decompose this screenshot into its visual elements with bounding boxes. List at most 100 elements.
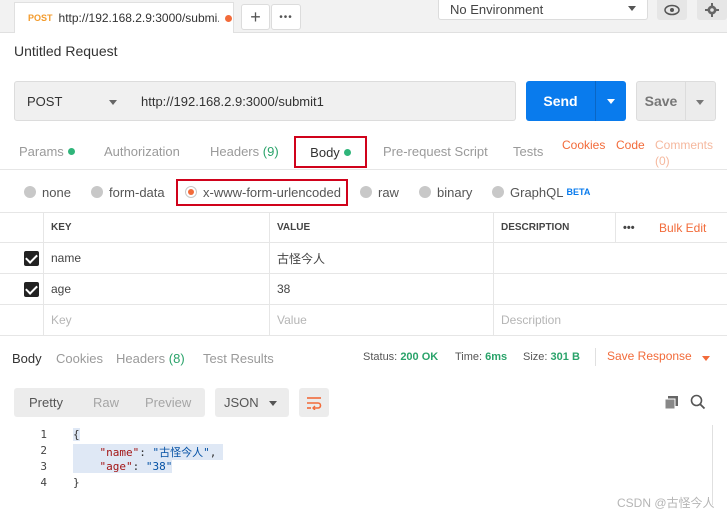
row-checkbox[interactable] bbox=[24, 282, 39, 297]
format-label: JSON bbox=[224, 395, 259, 410]
copy-icon bbox=[664, 396, 678, 410]
view-pretty[interactable]: Pretty bbox=[29, 395, 63, 410]
new-key-input[interactable]: Key bbox=[43, 305, 270, 335]
tab-body[interactable]: Body bbox=[294, 136, 367, 168]
status-dot-icon bbox=[67, 148, 75, 155]
beta-badge: BETA bbox=[566, 187, 591, 197]
code-text: } bbox=[73, 476, 80, 489]
send-options-button[interactable] bbox=[595, 81, 626, 121]
code-link[interactable]: Code bbox=[616, 138, 645, 152]
time-value: 6ms bbox=[485, 351, 508, 363]
send-button[interactable]: Send bbox=[526, 81, 595, 121]
status-value: 200 OK bbox=[400, 351, 439, 363]
code-line: 3 "age": "38" bbox=[0, 460, 727, 476]
code-line: 1 { bbox=[0, 428, 727, 444]
eye-button[interactable] bbox=[657, 0, 687, 20]
response-tab-test-results[interactable]: Test Results bbox=[203, 351, 274, 366]
send-label: Send bbox=[543, 93, 578, 109]
request-title[interactable]: Untitled Request bbox=[14, 43, 118, 59]
param-value[interactable]: 古怪今人 bbox=[269, 243, 494, 273]
line-number: 4 bbox=[40, 476, 47, 489]
param-description[interactable] bbox=[493, 274, 727, 304]
table-row: name 古怪今人 bbox=[0, 243, 727, 274]
param-key[interactable]: name bbox=[43, 243, 270, 273]
chevron-down-icon[interactable] bbox=[702, 356, 710, 361]
environment-label: No Environment bbox=[450, 2, 544, 17]
settings-button[interactable] bbox=[697, 0, 727, 20]
code-line: 4 } bbox=[0, 476, 727, 492]
url-input[interactable]: http://192.168.2.9:3000/submit1 bbox=[129, 81, 516, 121]
gear-icon bbox=[705, 3, 719, 17]
response-tab-headers[interactable]: Headers (8) bbox=[116, 351, 185, 366]
param-value[interactable]: 38 bbox=[269, 274, 494, 304]
wrap-lines-button[interactable] bbox=[299, 388, 329, 417]
column-header-description: DESCRIPTION bbox=[493, 213, 615, 242]
size-label: Size: bbox=[523, 351, 548, 363]
save-options-button[interactable] bbox=[686, 81, 716, 121]
method-select[interactable]: POST bbox=[14, 81, 130, 121]
more-icon: ••• bbox=[279, 11, 293, 23]
radio-graphql-label: GraphQL bbox=[510, 184, 564, 200]
cookies-link[interactable]: Cookies bbox=[562, 138, 605, 152]
radio-raw[interactable]: raw bbox=[360, 181, 399, 203]
json-key: "name" bbox=[99, 446, 140, 459]
tab-authorization[interactable]: Authorization bbox=[104, 144, 180, 159]
response-tab-body[interactable]: Body bbox=[12, 351, 42, 366]
column-header-value: VALUE bbox=[269, 213, 494, 242]
chevron-down-icon bbox=[109, 100, 117, 105]
radio-binary[interactable]: binary bbox=[419, 181, 472, 203]
tab-body-label: Body bbox=[310, 144, 340, 160]
tab-prerequest-script[interactable]: Pre-request Script bbox=[383, 144, 488, 159]
response-header: Body Cookies Headers (8) Test Results St… bbox=[0, 343, 727, 373]
request-tab[interactable]: POST http://192.168.2.9:3000/submi... bbox=[14, 2, 234, 33]
param-key[interactable]: age bbox=[43, 274, 270, 304]
response-tab-cookies[interactable]: Cookies bbox=[56, 351, 103, 366]
tab-headers[interactable]: Headers (9) bbox=[210, 144, 279, 159]
plus-icon: + bbox=[250, 6, 261, 27]
radio-icon bbox=[91, 186, 103, 198]
comments-link[interactable]: Comments bbox=[655, 138, 713, 152]
row-checkbox[interactable] bbox=[24, 251, 39, 266]
search-button[interactable] bbox=[690, 394, 706, 413]
radio-graphql[interactable]: GraphQL BETA bbox=[492, 181, 590, 203]
format-select[interactable]: JSON bbox=[215, 388, 289, 417]
status-label: Status: bbox=[363, 351, 398, 363]
size-value: 301 B bbox=[550, 351, 580, 363]
new-tab-button[interactable]: + bbox=[241, 4, 270, 30]
save-button[interactable]: Save bbox=[636, 81, 686, 121]
view-raw[interactable]: Raw bbox=[93, 395, 119, 410]
radio-none[interactable]: none bbox=[24, 181, 71, 203]
size-readout: Size: 301 B bbox=[523, 351, 580, 363]
tab-tests[interactable]: Tests bbox=[513, 144, 543, 159]
environment-select[interactable]: No Environment bbox=[438, 0, 648, 20]
radio-icon bbox=[419, 186, 431, 198]
code-text: { bbox=[73, 428, 80, 441]
radio-binary-label: binary bbox=[437, 184, 473, 200]
param-description[interactable] bbox=[493, 243, 727, 273]
response-tab-headers-count: (8) bbox=[168, 351, 185, 366]
new-value-input[interactable]: Value bbox=[269, 305, 494, 335]
radio-form-data[interactable]: form-data bbox=[91, 181, 165, 203]
view-preview[interactable]: Preview bbox=[145, 395, 191, 410]
more-icon: ••• bbox=[623, 221, 635, 234]
tab-params-label: Params bbox=[19, 144, 64, 159]
table-more-button[interactable]: ••• bbox=[615, 213, 652, 242]
chevron-down-icon bbox=[628, 6, 636, 11]
status-dot-icon bbox=[343, 148, 351, 156]
column-header-key: KEY bbox=[43, 213, 270, 242]
response-tab-headers-label: Headers bbox=[116, 351, 166, 366]
scrollbar[interactable] bbox=[712, 425, 727, 505]
chevron-down-icon bbox=[696, 100, 704, 105]
top-tab-bar: POST http://192.168.2.9:3000/submi... + … bbox=[0, 0, 727, 33]
bulk-edit-link[interactable]: Bulk Edit bbox=[652, 213, 727, 242]
new-description-input[interactable]: Description bbox=[493, 305, 727, 335]
code-line: 2 "name": "古怪今人", bbox=[0, 444, 727, 460]
tab-params[interactable]: Params bbox=[19, 144, 75, 159]
json-separator: : bbox=[132, 460, 146, 473]
response-view-segment: Pretty Raw Preview bbox=[14, 388, 205, 417]
save-response-button[interactable]: Save Response bbox=[607, 349, 692, 363]
request-tab-method: POST bbox=[28, 13, 53, 23]
radio-form-data-label: form-data bbox=[109, 184, 165, 200]
tab-more-button[interactable]: ••• bbox=[271, 4, 301, 30]
copy-button[interactable] bbox=[664, 395, 679, 413]
